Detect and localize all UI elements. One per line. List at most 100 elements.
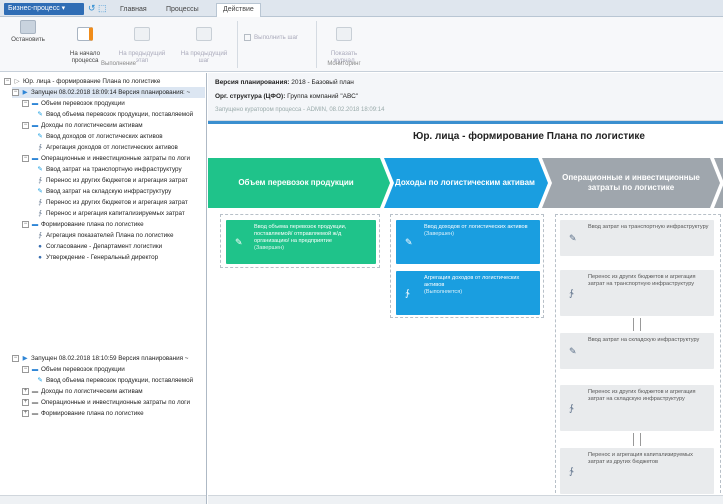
- tree-stage-item[interactable]: − ▬ Формирование плана по логистике: [22, 219, 144, 230]
- stage-label-1[interactable]: Объем перевозок продукции: [216, 158, 376, 208]
- collapse-icon[interactable]: −: [22, 99, 29, 107]
- collapse-icon[interactable]: −: [22, 365, 29, 373]
- step-card[interactable]: ∱ Перенос и агрегация капитализируемых за…: [560, 448, 714, 494]
- tree-step-item[interactable]: ✎ Ввод доходов от логистических активов: [36, 131, 162, 142]
- tab-action[interactable]: Действие: [216, 3, 261, 18]
- collapse-icon[interactable]: −: [22, 154, 29, 162]
- version-label: Версия планирования:: [215, 79, 290, 86]
- tree-stage-item[interactable]: − ▬ Операционные и инвестиционные затраты …: [22, 153, 190, 164]
- step-card-text: Ввод объема перевозок продукции, поставл…: [254, 224, 347, 244]
- launched-info: Запущено куратором процесса - ADMIN, 08.…: [215, 107, 385, 113]
- tree-step-item[interactable]: ✎ Ввод затрат на складскую инфраструктуру: [36, 186, 171, 197]
- pencil-icon: ✎: [37, 133, 43, 140]
- process-tree[interactable]: − ▷ Юр. лица - формирование Плана по логис…: [0, 73, 207, 504]
- tree-stage-item[interactable]: − ▬ Доходы по логистическим активам: [22, 120, 143, 131]
- tree-stage-item[interactable]: − ▬ Объем перевозок продукции: [22, 364, 125, 375]
- step-connector: [633, 433, 641, 446]
- collapse-icon[interactable]: −: [22, 121, 29, 129]
- tree-step-item[interactable]: ∱ Перенос из других бюджетов и агрегация …: [36, 197, 187, 208]
- step-card-text: Ввод затрат на транспортную инфраструкту…: [588, 224, 709, 230]
- tree-step-item[interactable]: ✎ Ввод объема перевозок продукции, постав…: [36, 109, 193, 120]
- tree-step-item[interactable]: ∱ Агрегация показателей Плана по логистик…: [36, 230, 173, 241]
- stop-label: Остановить: [11, 36, 45, 43]
- expand-icon[interactable]: +: [22, 409, 29, 417]
- app-menu-button[interactable]: Бизнес-процесс ▾: [4, 3, 84, 15]
- to-start-button[interactable]: На начало процесса: [63, 20, 107, 64]
- prev-step-button[interactable]: На предыдущий шаг: [176, 20, 232, 64]
- pencil-icon: ✎: [37, 188, 43, 195]
- collapse-icon[interactable]: −: [4, 77, 11, 85]
- stop-button[interactable]: Остановить: [8, 20, 48, 43]
- stage-icon: ▬: [31, 155, 39, 162]
- tree-run-2[interactable]: − ▶ Запущен 08.02.2018 18:10:59 Версия пла…: [12, 353, 188, 364]
- aggregate-icon: ∱: [38, 177, 42, 184]
- tree-stage-item[interactable]: + ▬ Доходы по логистическим активам: [22, 386, 143, 397]
- org-row: Орг. структура (ЦФО): Группа компаний "А…: [215, 93, 358, 100]
- journal-icon: [336, 27, 352, 41]
- org-value: Группа компаний "АВС": [287, 93, 359, 100]
- show-log-button[interactable]: Показать журнал: [322, 20, 366, 64]
- play-to-start-icon: [77, 27, 93, 41]
- collapse-icon[interactable]: −: [12, 354, 19, 362]
- tree-root[interactable]: − ▷ Юр. лица - формирование Плана по логис…: [4, 76, 160, 87]
- step-card[interactable]: ✎ Ввод затрат на транспортную инфраструкт…: [560, 220, 714, 256]
- tree-item-label: Объем перевозок продукции: [41, 366, 125, 373]
- tree-item-label: Согласование - Департамент логистики: [46, 243, 163, 250]
- tree-stage-item[interactable]: − ▬ Объем перевозок продукции: [22, 98, 125, 109]
- tree-item-label: Формирование плана по логистике: [41, 221, 144, 228]
- tree-item-label: Ввод затрат на транспортную инфраструкту…: [46, 166, 182, 173]
- process-info-panel: Версия планирования: 2018 - Базовый план…: [208, 73, 723, 121]
- pencil-icon: ✎: [405, 237, 413, 247]
- tab-home[interactable]: Главная: [114, 4, 153, 17]
- tree-step-item[interactable]: ∱ Перенос и агрегация капитализируемых за…: [36, 208, 184, 219]
- collapse-icon[interactable]: −: [12, 88, 19, 96]
- step-card[interactable]: ∱ Агрегация доходов от логистических акти…: [396, 271, 540, 315]
- step-card[interactable]: ✎ Ввод затрат на складскую инфраструктуру: [560, 333, 714, 369]
- tab-processes[interactable]: Процессы: [160, 4, 205, 17]
- stage-icon: ▬: [31, 100, 39, 107]
- step-card[interactable]: ✎ Ввод объема перевозок продукции, постав…: [226, 220, 376, 264]
- tree-step-item[interactable]: ● Согласование - Департамент логистики: [36, 241, 162, 252]
- user-icon: ●: [38, 254, 42, 261]
- tree-step-item[interactable]: ✎ Ввод объема перевозок продукции, постав…: [36, 375, 193, 386]
- aggregate-icon: ∱: [38, 210, 42, 217]
- ribbon-separator: [237, 21, 238, 68]
- prev-stage-button[interactable]: На предыдущий этап: [114, 20, 170, 64]
- tree-step-item[interactable]: ✎ Ввод затрат на транспортную инфраструкт…: [36, 164, 182, 175]
- step-card-status: (Завершен): [254, 245, 285, 251]
- stage-icon: ▬: [31, 410, 39, 417]
- org-label: Орг. структура (ЦФО):: [215, 93, 286, 100]
- step-card-text: Перенос из других бюджетов и агрегация з…: [588, 274, 696, 287]
- pencil-icon: ✎: [235, 237, 243, 247]
- do-step-button[interactable]: Выполнить шаг: [244, 34, 314, 41]
- step-card-status: (Завершен): [424, 231, 455, 237]
- step-card[interactable]: ✎ Ввод доходов от логистических активов (З…: [396, 220, 540, 264]
- tree-item-label: Агрегация доходов от логистических актив…: [46, 144, 178, 151]
- refresh-icon[interactable]: ↺ ⬚: [88, 3, 107, 14]
- prev-step-icon: [196, 27, 212, 41]
- canvas-horizontal-scrollbar[interactable]: [208, 495, 723, 504]
- stage-icon: ▬: [31, 388, 39, 395]
- tree-item-label: Доходы по логистическим активам: [41, 388, 143, 395]
- process-icon: ▷: [14, 78, 20, 85]
- step-card[interactable]: ∱ Перенос из других бюджетов и агрегация …: [560, 270, 714, 316]
- tree-step-item[interactable]: ● Утверждение - Генеральный директор: [36, 252, 158, 263]
- pencil-icon: ✎: [37, 111, 43, 118]
- stage-label-3[interactable]: Операционные и инвестиционные затраты по…: [552, 158, 710, 208]
- prev-stage-icon: [134, 27, 150, 41]
- expand-icon[interactable]: +: [22, 398, 29, 406]
- stage-label-2[interactable]: Доходы по логистическим активам: [394, 158, 536, 208]
- version-value: 2018 - Базовый план: [291, 79, 354, 86]
- tree-step-item[interactable]: ∱ Перенос из других бюджетов и агрегация …: [36, 175, 187, 186]
- version-row: Версия планирования: 2018 - Базовый план: [215, 79, 354, 86]
- tree-step-item[interactable]: ∱ Агрегация доходов от логистических акти…: [36, 142, 178, 153]
- process-canvas[interactable]: Юр. лица - формирование Плана по логисти…: [208, 121, 723, 498]
- process-view: Версия планирования: 2018 - Базовый план…: [208, 73, 723, 504]
- tree-stage-item[interactable]: + ▬ Формирование плана по логистике: [22, 408, 144, 419]
- collapse-icon[interactable]: −: [22, 220, 29, 228]
- tree-horizontal-scrollbar[interactable]: [0, 495, 206, 504]
- tree-stage-item[interactable]: + ▬ Операционные и инвестиционные затраты …: [22, 397, 190, 408]
- step-card[interactable]: ∱ Перенос из других бюджетов и агрегация …: [560, 385, 714, 431]
- tree-run-1[interactable]: − ▶ Запущен 08.02.2018 18:09:14 Версия пла…: [12, 87, 205, 98]
- expand-icon[interactable]: +: [22, 387, 29, 395]
